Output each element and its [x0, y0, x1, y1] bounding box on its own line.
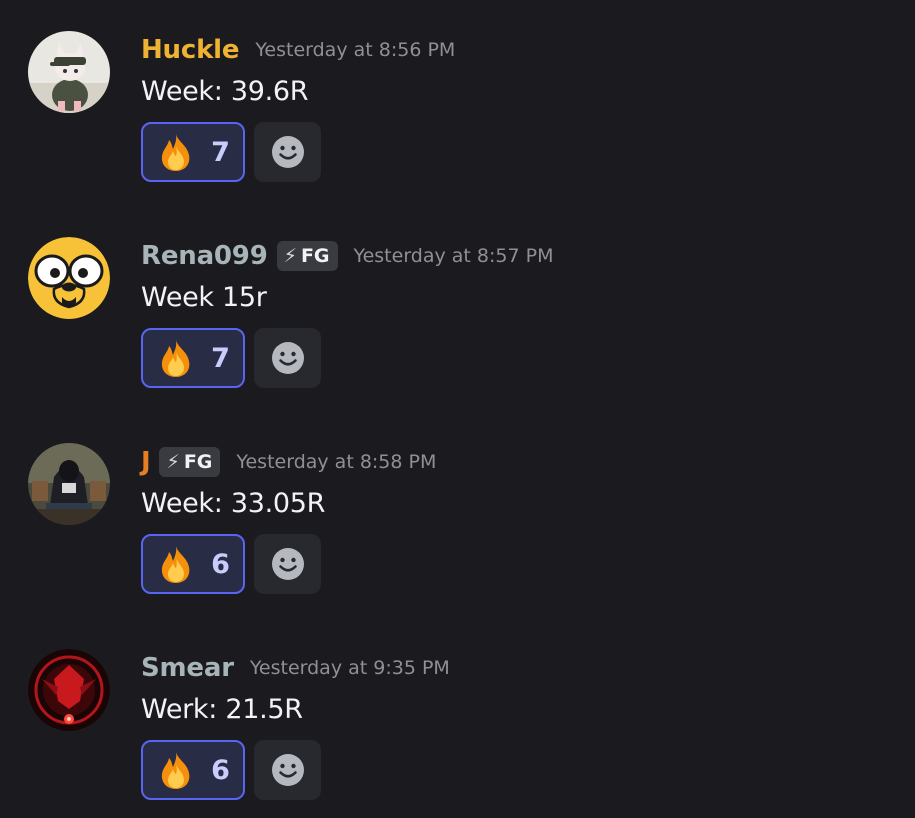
fire-reaction-button[interactable]: 7	[141, 122, 245, 182]
reaction-count: 7	[211, 136, 230, 168]
fire-icon	[161, 340, 190, 377]
fire-reaction-button[interactable]: 6	[141, 534, 245, 594]
avatar[interactable]	[28, 31, 110, 113]
username[interactable]: J	[141, 447, 151, 477]
cat-in-hoodie-icon	[28, 31, 110, 113]
jake-the-dog-icon	[28, 237, 110, 319]
smiley-icon	[271, 548, 304, 580]
reaction-count: 6	[211, 548, 230, 580]
timestamp: Yesterday at 8:56 PM	[255, 39, 456, 61]
guild-tag[interactable]: ⚡ FG	[276, 241, 338, 271]
fire-reaction-button[interactable]: 7	[141, 328, 245, 388]
timestamp: Yesterday at 9:35 PM	[249, 657, 450, 679]
fire-icon	[161, 752, 190, 789]
timestamp: Yesterday at 8:58 PM	[236, 451, 437, 473]
add-reaction-button[interactable]	[254, 122, 321, 182]
message-text: Week 15r	[141, 282, 267, 313]
chat-message-list: Huckle Yesterday at 8:56 PM Week: 39.6R …	[0, 0, 915, 818]
add-reaction-button[interactable]	[254, 740, 321, 800]
chat-message: Smear Yesterday at 9:35 PM Werk: 21.5R 6	[0, 618, 915, 800]
fire-icon	[161, 546, 190, 583]
add-reaction-button[interactable]	[254, 328, 321, 388]
reaction-bar: 7	[141, 328, 321, 388]
reaction-count: 7	[211, 342, 230, 374]
chat-message: J ⚡ FG Yesterday at 8:58 PM Week: 33.05R…	[0, 412, 915, 594]
smiley-icon	[271, 342, 304, 374]
reaction-bar: 6	[141, 534, 321, 594]
chat-message: Rena099 ⚡ FG Yesterday at 8:57 PM Week 1…	[0, 206, 915, 388]
username[interactable]: Rena099	[141, 241, 268, 271]
timestamp: Yesterday at 8:57 PM	[353, 245, 554, 267]
fire-icon	[161, 134, 190, 171]
avatar[interactable]	[28, 237, 110, 319]
guild-tag-label: FG	[300, 245, 330, 267]
message-text: Werk: 21.5R	[141, 694, 303, 725]
lightning-icon: ⚡	[166, 451, 180, 473]
avatar[interactable]	[28, 649, 110, 731]
guild-tag[interactable]: ⚡ FG	[159, 447, 221, 477]
reaction-bar: 6	[141, 740, 321, 800]
red-emblem-icon	[28, 649, 110, 731]
lightning-icon: ⚡	[283, 245, 297, 267]
message-text: Week: 39.6R	[141, 76, 309, 107]
username[interactable]: Smear	[141, 653, 234, 683]
reaction-count: 6	[211, 754, 230, 786]
add-reaction-button[interactable]	[254, 534, 321, 594]
chat-message: Huckle Yesterday at 8:56 PM Week: 39.6R …	[0, 0, 915, 182]
hooded-figure-icon	[28, 443, 110, 525]
fire-reaction-button[interactable]: 6	[141, 740, 245, 800]
guild-tag-label: FG	[183, 451, 213, 473]
smiley-icon	[271, 754, 304, 786]
username[interactable]: Huckle	[141, 35, 240, 65]
avatar[interactable]	[28, 443, 110, 525]
smiley-icon	[271, 136, 304, 168]
message-text: Week: 33.05R	[141, 488, 326, 519]
reaction-bar: 7	[141, 122, 321, 182]
